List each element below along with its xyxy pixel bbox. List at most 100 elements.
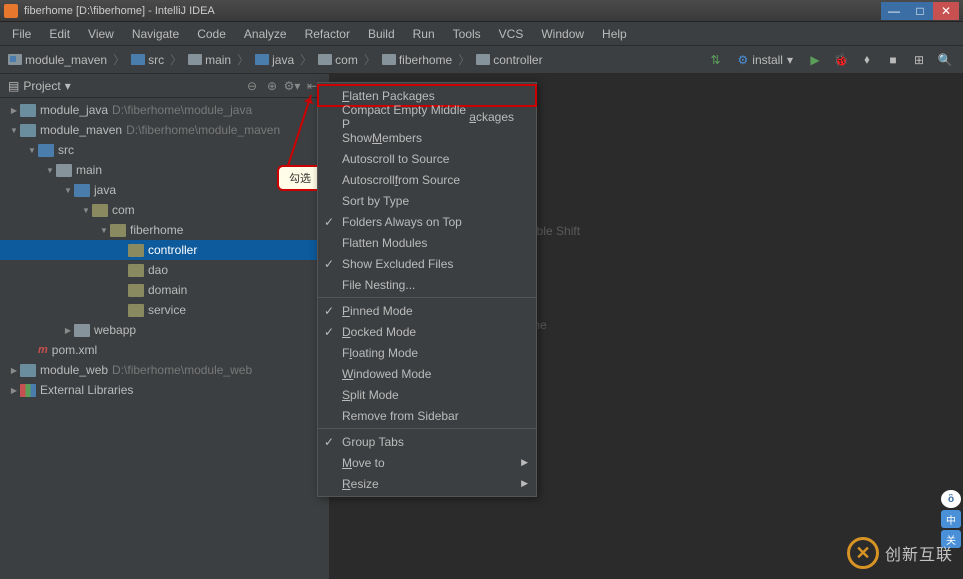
run-button[interactable]: ▶ [805, 50, 825, 70]
menu-refactor[interactable]: Refactor [297, 24, 358, 44]
expand-arrow-icon[interactable] [8, 365, 20, 376]
menu-window[interactable]: Window [533, 24, 592, 44]
watermark-logo [847, 537, 879, 569]
menu-item-compact-empty-middle-packages[interactable]: Compact Empty Middle Packages [318, 106, 536, 127]
stop-button[interactable]: ■ [883, 50, 903, 70]
tree-row-pom-xml[interactable]: mpom.xml [0, 340, 329, 360]
breadcrumb-item[interactable]: com [318, 53, 358, 67]
collapse-icon[interactable]: ⊖ [243, 77, 261, 95]
breadcrumb-item[interactable]: controller [476, 53, 542, 67]
menu-item-autoscroll-to-source[interactable]: Autoscroll to Source [318, 148, 536, 169]
tree-row-module_web[interactable]: module_webD:\fiberhome\module_web [0, 360, 329, 380]
expand-arrow-icon[interactable] [98, 225, 110, 236]
expand-arrow-icon[interactable] [44, 165, 56, 176]
package-icon [476, 54, 490, 65]
package-icon [128, 244, 144, 257]
navbar: module_maven〉 src〉 main〉 java〉 com〉 fibe… [0, 46, 963, 74]
menu-run[interactable]: Run [405, 24, 443, 44]
filter-icon[interactable]: ⇅ [706, 50, 726, 70]
menu-separator [318, 297, 536, 298]
menu-item-flatten-modules[interactable]: Flatten Modules [318, 232, 536, 253]
menu-tools[interactable]: Tools [445, 24, 489, 44]
badge-cn1[interactable]: 中 [941, 510, 961, 528]
tree-item-label: pom.xml [52, 343, 97, 357]
menu-item-remove-from-sidebar[interactable]: Remove from Sidebar [318, 405, 536, 426]
menu-navigate[interactable]: Navigate [124, 24, 187, 44]
menu-item-pinned-mode[interactable]: Pinned Mode [318, 300, 536, 321]
tree-row-src[interactable]: src [0, 140, 329, 160]
tree-row-module_java[interactable]: module_javaD:\fiberhome\module_java [0, 100, 329, 120]
menu-item-windowed-mode[interactable]: Windowed Mode [318, 363, 536, 384]
tree-row-domain[interactable]: domain [0, 280, 329, 300]
menu-item-autoscroll-from-source[interactable]: Autoscroll from Source [318, 169, 536, 190]
menu-edit[interactable]: Edit [41, 24, 78, 44]
menu-help[interactable]: Help [594, 24, 635, 44]
menu-item-split-mode[interactable]: Split Mode [318, 384, 536, 405]
tree-item-label: webapp [94, 323, 136, 337]
coverage-button[interactable]: ⬧ [857, 50, 877, 70]
target-icon[interactable]: ⊕ [263, 77, 281, 95]
tree-item-label: fiberhome [130, 223, 183, 237]
breadcrumb-item[interactable]: module_maven [8, 53, 107, 67]
tree-row-module_maven[interactable]: module_mavenD:\fiberhome\module_maven [0, 120, 329, 140]
lib-icon [20, 384, 36, 397]
menu-item-show-members[interactable]: Show Members [318, 127, 536, 148]
tree-item-label: External Libraries [40, 383, 133, 397]
breadcrumb: module_maven〉 src〉 main〉 java〉 com〉 fibe… [8, 51, 706, 68]
tree-row-controller[interactable]: controller [0, 240, 329, 260]
menu-item-docked-mode[interactable]: Docked Mode [318, 321, 536, 342]
expand-arrow-icon[interactable] [8, 125, 20, 136]
tree-item-path: D:\fiberhome\module_web [112, 363, 252, 377]
tree-item-label: module_maven [40, 123, 122, 137]
menu-view[interactable]: View [80, 24, 122, 44]
expand-arrow-icon[interactable] [8, 105, 20, 116]
menu-item-group-tabs[interactable]: Group Tabs [318, 431, 536, 452]
package-icon [128, 264, 144, 277]
menu-build[interactable]: Build [360, 24, 403, 44]
expand-arrow-icon[interactable] [62, 325, 74, 336]
project-settings-menu[interactable]: Flatten PackagesCompact Empty Middle Pac… [317, 82, 537, 497]
menu-vcs[interactable]: VCS [491, 24, 532, 44]
tree-row-service[interactable]: service [0, 300, 329, 320]
sidebar-title[interactable]: ▤Project ▾ [8, 79, 243, 93]
tree-item-label: module_java [40, 103, 108, 117]
menu-item-folders-always-on-top[interactable]: Folders Always on Top [318, 211, 536, 232]
menu-item-show-excluded-files[interactable]: Show Excluded Files [318, 253, 536, 274]
breadcrumb-item[interactable]: java [255, 53, 294, 67]
maximize-button[interactable]: □ [907, 2, 933, 20]
tree-row-fiberhome[interactable]: fiberhome [0, 220, 329, 240]
titlebar: fiberhome [D:\fiberhome] - IntelliJ IDEA… [0, 0, 963, 22]
package-icon [128, 284, 144, 297]
structure-button[interactable]: ⊞ [909, 50, 929, 70]
menu-item-resize[interactable]: Resize [318, 473, 536, 494]
tree-row-external-libraries[interactable]: External Libraries [0, 380, 329, 400]
expand-arrow-icon[interactable] [62, 185, 74, 196]
tree-row-dao[interactable]: dao [0, 260, 329, 280]
search-button[interactable]: 🔍 [935, 50, 955, 70]
breadcrumb-item[interactable]: src [131, 53, 164, 67]
tree-item-label: controller [148, 243, 197, 257]
expand-arrow-icon[interactable] [26, 145, 38, 156]
breadcrumb-item[interactable]: main [188, 53, 231, 67]
menu-item-file-nesting-[interactable]: File Nesting... [318, 274, 536, 295]
expand-arrow-icon[interactable] [80, 205, 92, 216]
tree-item-label: main [76, 163, 102, 177]
tree-row-webapp[interactable]: webapp [0, 320, 329, 340]
srcfolder-icon [74, 184, 90, 197]
breadcrumb-item[interactable]: fiberhome [382, 53, 452, 67]
settings-icon[interactable]: ⚙▾ [283, 77, 301, 95]
menu-code[interactable]: Code [189, 24, 234, 44]
expand-arrow-icon[interactable] [8, 385, 20, 396]
baidu-icon[interactable]: ὃ [941, 490, 961, 508]
run-config-selector[interactable]: ⚙install ▾ [732, 51, 799, 69]
menu-item-move-to[interactable]: Move to [318, 452, 536, 473]
minimize-button[interactable]: — [881, 2, 907, 20]
debug-button[interactable]: 🐞 [831, 50, 851, 70]
close-button[interactable]: ✕ [933, 2, 959, 20]
menu-analyze[interactable]: Analyze [236, 24, 295, 44]
menu-item-sort-by-type[interactable]: Sort by Type [318, 190, 536, 211]
menu-file[interactable]: File [4, 24, 39, 44]
tree-row-com[interactable]: com [0, 200, 329, 220]
menu-item-floating-mode[interactable]: Floating Mode [318, 342, 536, 363]
tree-item-label: service [148, 303, 186, 317]
